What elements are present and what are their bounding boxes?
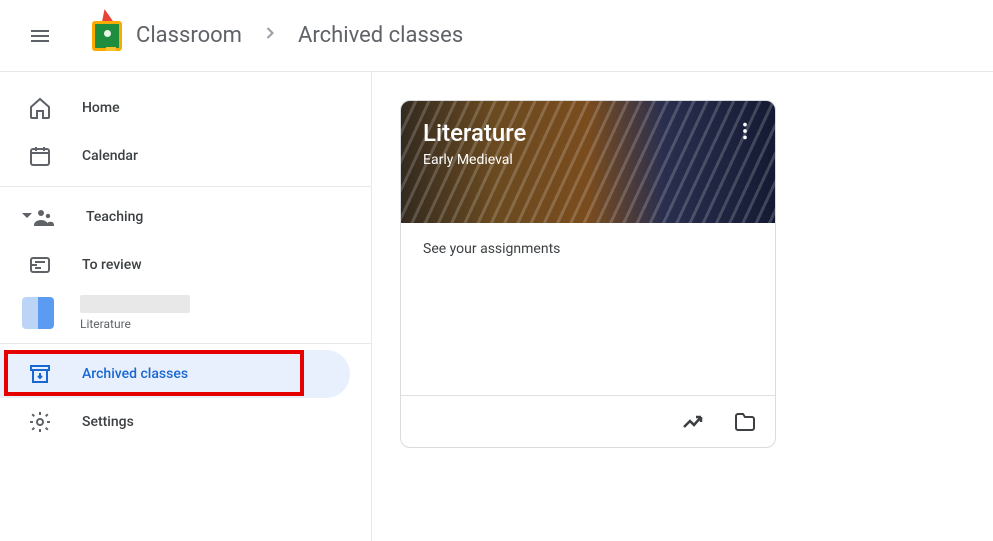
breadcrumb: Classroom Archived classes: [136, 23, 463, 49]
more-vert-icon: [734, 120, 756, 142]
trending-up-icon: [681, 410, 705, 434]
sidebar-item-label: To review: [82, 257, 142, 273]
trending-button[interactable]: [681, 410, 705, 434]
archive-icon: [28, 362, 52, 386]
sidebar-item-class[interactable]: Literature: [0, 289, 371, 337]
folder-icon: [733, 410, 757, 434]
sidebar-item-teaching[interactable]: Teaching: [0, 193, 371, 241]
class-subtitle: Literature: [80, 317, 190, 331]
sidebar-item-label: Archived classes: [82, 366, 188, 382]
inbox-icon: [28, 253, 52, 277]
home-icon: [28, 96, 52, 120]
gear-icon: [28, 410, 52, 434]
sidebar-item-calendar[interactable]: Calendar: [0, 132, 371, 180]
app-header: Classroom Archived classes: [0, 0, 993, 72]
hamburger-icon: [28, 24, 52, 48]
class-card-body: See your assignments: [401, 223, 775, 395]
sidebar-item-label: Settings: [82, 414, 134, 430]
sidebar-item-archived[interactable]: Archived classes: [0, 350, 350, 398]
class-card-header: Literature Early Medieval: [401, 101, 775, 223]
sidebar: Home Calendar Teaching T: [0, 72, 372, 541]
folder-button[interactable]: [733, 410, 757, 434]
breadcrumb-root[interactable]: Classroom: [136, 23, 242, 48]
breadcrumb-current: Archived classes: [298, 23, 463, 48]
main-menu-button[interactable]: [16, 12, 64, 60]
chevron-right-icon: [260, 23, 280, 49]
app-logo: [92, 21, 122, 51]
sidebar-item-label: Home: [82, 100, 120, 116]
sidebar-item-label: Calendar: [82, 148, 138, 164]
sidebar-item-label: Teaching: [86, 209, 143, 225]
class-card[interactable]: Literature Early Medieval See your assig…: [400, 100, 776, 448]
sidebar-item-home[interactable]: Home: [0, 84, 371, 132]
class-card-subtitle: Early Medieval: [423, 152, 753, 168]
assignments-link[interactable]: See your assignments: [423, 241, 560, 257]
class-card-title[interactable]: Literature: [423, 119, 753, 148]
class-card-footer: [401, 395, 775, 447]
calendar-icon: [28, 144, 52, 168]
sidebar-item-settings[interactable]: Settings: [0, 398, 371, 446]
class-card-more-button[interactable]: [725, 111, 765, 151]
sidebar-item-to-review[interactable]: To review: [0, 241, 371, 289]
main-content: Literature Early Medieval See your assig…: [372, 72, 993, 541]
class-name-redacted: [80, 295, 190, 313]
class-color-icon: [22, 297, 54, 329]
people-icon: [32, 205, 56, 229]
